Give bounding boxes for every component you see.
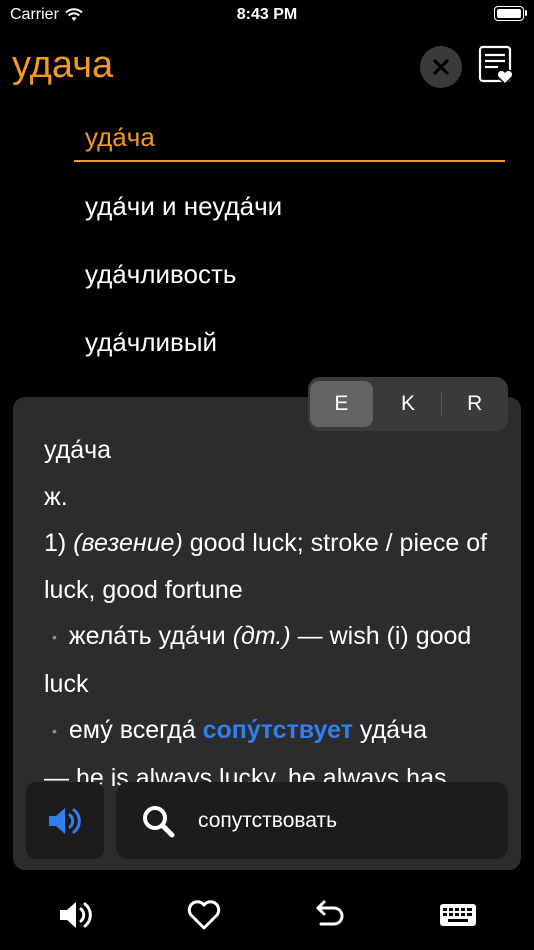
entry-headword: уда́ча (44, 436, 112, 464)
tab-language-e[interactable]: E (310, 381, 373, 427)
suggestion-item[interactable]: уда́чливость (74, 240, 505, 308)
example-1-note: (дт.) (232, 622, 291, 650)
clock: 8:43 PM (236, 6, 298, 23)
bullet-icon: • (52, 723, 57, 740)
heart-icon (187, 900, 221, 930)
speaker-icon (60, 902, 92, 928)
suggestion-item[interactable]: уда́чливый (74, 308, 505, 376)
battery-icon (494, 6, 527, 21)
favorites-list-button[interactable] (476, 44, 516, 88)
keyboard-button[interactable] (438, 897, 478, 933)
entry-gender: ж. (44, 482, 68, 511)
tab-language-r[interactable]: R (441, 381, 506, 427)
suggestion-list: уда́ча уда́чи и неуда́чи уда́чливость уд… (74, 110, 505, 376)
clear-button[interactable] (420, 46, 462, 88)
sense-note: (везение) (73, 529, 183, 557)
speak-button[interactable] (26, 782, 104, 859)
search-icon (143, 805, 175, 837)
sense-number: 1) (44, 529, 67, 557)
example-2-ru-end: уда́ча (352, 716, 427, 745)
tab-language-k[interactable]: K (377, 381, 440, 427)
keyboard-icon (440, 904, 476, 926)
search-selected-word-button[interactable]: сопутствовать (116, 782, 508, 859)
back-button[interactable] (310, 897, 350, 933)
suggestion-item[interactable]: уда́чи и неуда́чи (74, 172, 505, 240)
list-heart-icon (478, 45, 514, 86)
entry-example-2: • ему́ всегда́ сопу́тствует уда́ча (44, 707, 492, 755)
favorite-button[interactable] (184, 897, 224, 933)
language-segmented-control: E K R (308, 377, 508, 431)
return-arrow-icon (316, 900, 344, 926)
linked-word[interactable]: сопу́тствует (203, 716, 353, 744)
example-2-ru: ему́ всегда́ (68, 716, 203, 745)
audio-tab-button[interactable] (56, 897, 96, 933)
suggestion-item-selected[interactable]: уда́ча (74, 110, 505, 162)
entry-text: уда́ча ж. 1) (везение) good luck; stroke… (44, 427, 492, 801)
entry-sense: 1) (везение) good luck; stroke / piece o… (44, 520, 492, 613)
entry-example-1: • жела́ть уда́чи (дт.) — wish (i) good lu… (44, 613, 492, 707)
close-icon (433, 59, 449, 75)
bullet-icon: • (52, 629, 57, 646)
speaker-icon (49, 807, 81, 834)
status-bar: Carrier 8:43 PM (0, 0, 534, 30)
bottom-toolbar (0, 885, 534, 950)
query-title: удача (12, 44, 114, 86)
search-query: сопутствовать (198, 808, 338, 832)
bottom-action-panel: сопутствовать (26, 782, 508, 860)
example-1-ru: жела́ть уда́чи (68, 622, 233, 650)
